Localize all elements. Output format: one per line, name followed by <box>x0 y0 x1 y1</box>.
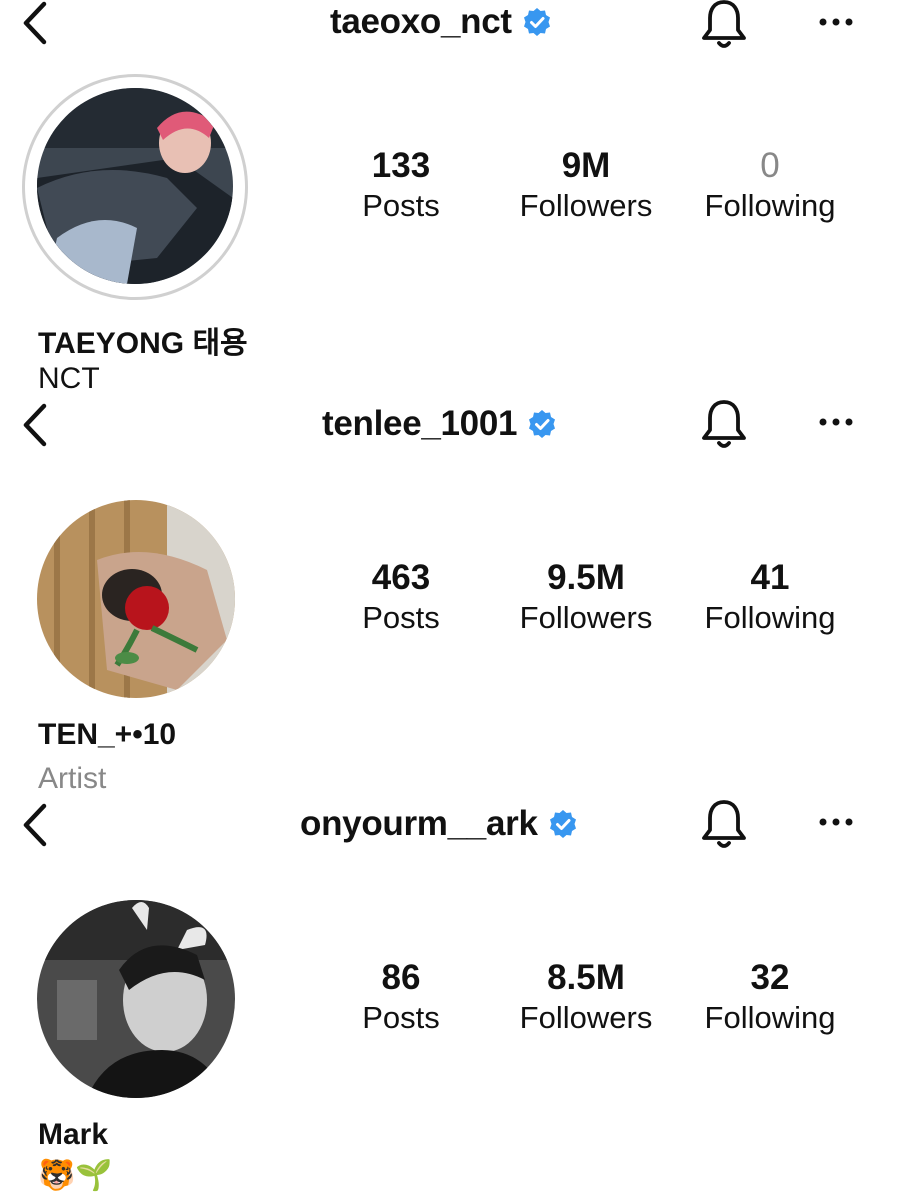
following-count[interactable]: 0 Following <box>680 146 860 226</box>
posts-count[interactable]: 133 Posts <box>311 146 491 226</box>
avatar[interactable] <box>37 88 233 284</box>
back-button[interactable] <box>16 800 56 850</box>
display-name: Mark <box>38 1118 109 1151</box>
following-number: 32 <box>750 958 790 997</box>
bio: Artist <box>38 762 107 795</box>
followers-number: 9.5M <box>547 558 625 597</box>
avatar[interactable] <box>37 500 235 698</box>
back-button[interactable] <box>16 0 56 48</box>
profile-header-mark: onyourm__ark 86 Posts 8.5M Followers 32 … <box>0 800 900 1200</box>
following-count[interactable]: 32 Following <box>680 958 860 1038</box>
notifications-button[interactable] <box>698 396 750 452</box>
bell-icon <box>702 400 746 448</box>
more-options-icon <box>819 818 853 826</box>
followers-number: 8.5M <box>547 958 625 997</box>
more-options-button[interactable] <box>814 812 858 832</box>
verified-badge-icon <box>522 7 552 37</box>
username-row: taeoxo_nct <box>330 2 552 42</box>
followers-count[interactable]: 8.5M Followers <box>496 958 676 1038</box>
more-options-button[interactable] <box>814 12 858 32</box>
posts-count[interactable]: 463 Posts <box>311 558 491 638</box>
username: tenlee_1001 <box>322 404 518 443</box>
posts-number: 133 <box>371 146 431 185</box>
notifications-button[interactable] <box>698 0 750 52</box>
following-label: Following <box>704 1000 836 1035</box>
following-label: Following <box>704 600 836 635</box>
verified-badge-icon <box>527 409 557 439</box>
posts-label: Posts <box>362 188 440 223</box>
followers-label: Followers <box>519 1000 653 1035</box>
display-name: TEN_+•10 <box>38 718 177 751</box>
back-chevron-icon <box>23 1 47 45</box>
username-row: onyourm__ark <box>300 804 578 844</box>
profile-header-ten: tenlee_1001 463 Posts 9.5M Followers 41 … <box>0 400 900 800</box>
profile-header-taeyong: taeoxo_nct 133 Posts 9M Followers 0 Foll… <box>0 0 900 400</box>
back-button[interactable] <box>16 400 56 450</box>
username: onyourm__ark <box>300 804 538 843</box>
bio: NCT <box>38 362 100 395</box>
more-options-icon <box>819 18 853 26</box>
bell-icon <box>702 0 746 48</box>
posts-label: Posts <box>362 1000 440 1035</box>
display-name: TAEYONG 태용 <box>38 327 248 360</box>
followers-label: Followers <box>519 188 653 223</box>
avatar[interactable] <box>37 900 235 1098</box>
followers-count[interactable]: 9.5M Followers <box>496 558 676 638</box>
notifications-button[interactable] <box>698 796 750 852</box>
back-chevron-icon <box>23 803 47 847</box>
bell-icon <box>702 800 746 848</box>
following-label: Following <box>704 188 836 223</box>
more-options-button[interactable] <box>814 412 858 432</box>
back-chevron-icon <box>23 403 47 447</box>
bio: 🐯🌱 <box>38 1159 113 1192</box>
followers-count[interactable]: 9M Followers <box>496 146 676 226</box>
posts-count[interactable]: 86 Posts <box>311 958 491 1038</box>
followers-number: 9M <box>561 146 611 185</box>
verified-badge-icon <box>548 809 578 839</box>
posts-number: 463 <box>371 558 431 597</box>
more-options-icon <box>819 418 853 426</box>
username: taeoxo_nct <box>330 2 512 41</box>
posts-label: Posts <box>362 600 440 635</box>
followers-label: Followers <box>519 600 653 635</box>
following-count[interactable]: 41 Following <box>680 558 860 638</box>
username-row: tenlee_1001 <box>322 404 557 444</box>
posts-number: 86 <box>381 958 421 997</box>
following-number: 41 <box>750 558 790 597</box>
following-number: 0 <box>760 146 780 185</box>
